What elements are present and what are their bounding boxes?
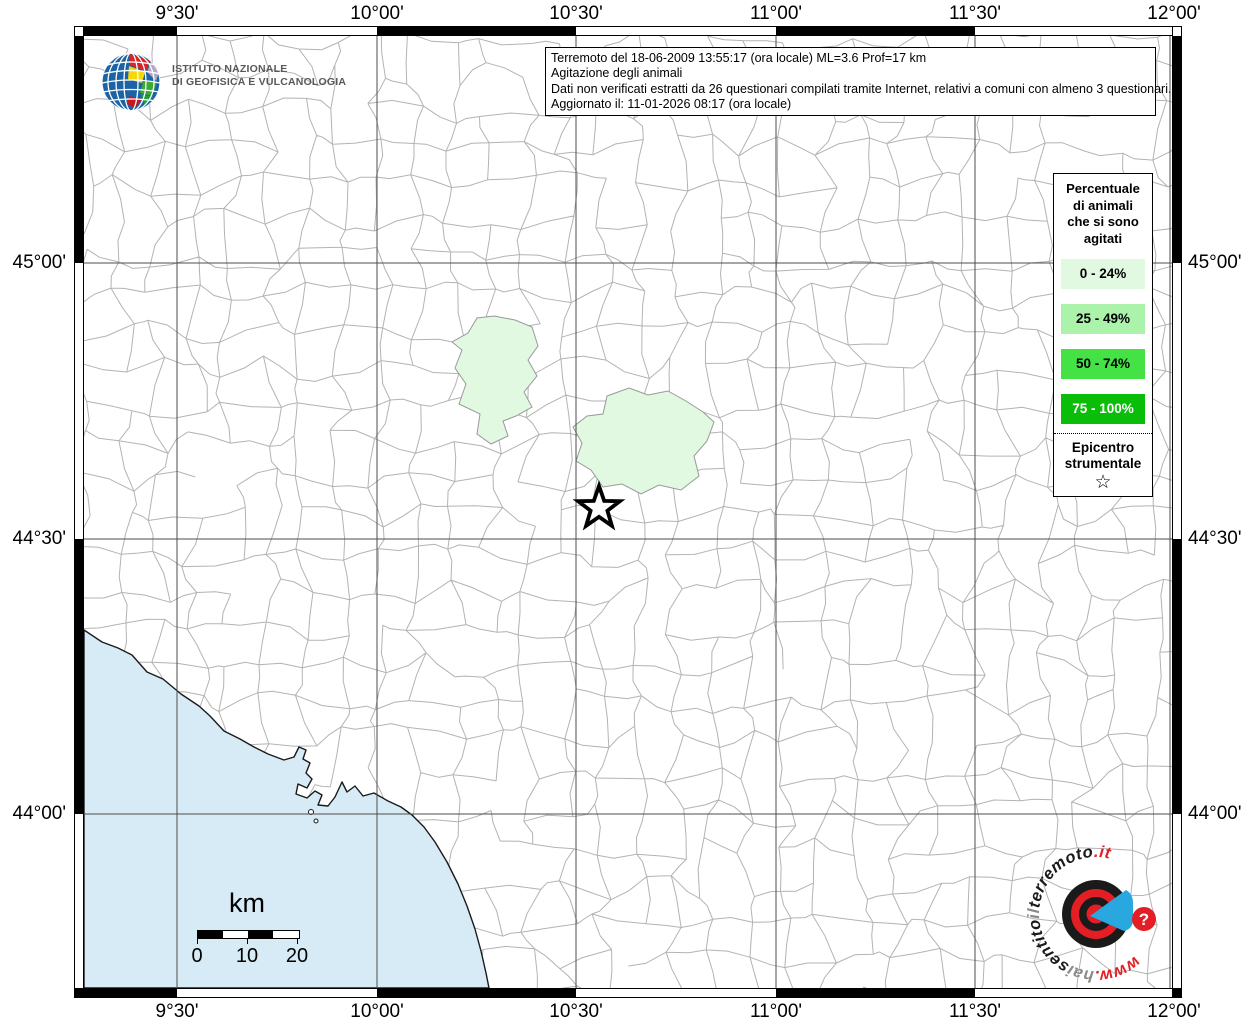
legend-box: Percentuale di animali che si sono agita… [1053, 173, 1153, 497]
info-line-event: Terremoto del 18-06-2009 13:55:17 (ora l… [551, 51, 927, 65]
legend-title: Percentuale [1066, 181, 1140, 196]
legend-epicenter-label: Epicentro [1071, 440, 1135, 455]
legend-star-icon: ☆ [1094, 472, 1112, 493]
lon-label-top-930: 9°30' [155, 3, 199, 24]
info-line-source: Dati non verificati estratti da 26 quest… [551, 81, 1172, 96]
scale-tick-20: 20 [285, 945, 309, 967]
epicenter-star-marker [572, 480, 626, 531]
lat-label-left-4400: 44°00' [12, 803, 67, 824]
lon-label-bottom-1100: 11°00' [749, 1001, 803, 1022]
lon-label-top-1200: 12°00' [1147, 3, 1201, 24]
scale-unit-label: km [229, 888, 265, 918]
lat-label-right-4430: 44°30' [1188, 528, 1242, 549]
island-2 [313, 818, 319, 824]
legend-class-25-49: 25 - 49% [1061, 304, 1145, 334]
legend-class-75-100: 75 - 100% [1061, 394, 1145, 424]
ingv-logo-icon [102, 53, 160, 111]
seismic-questionnaire-map: { "info_box": { "line1": "Terremoto del … [0, 0, 1256, 1024]
frame-band-top [74, 26, 1182, 36]
info-line-subject: Agitazione degli animali [551, 66, 683, 81]
lat-label-left-4430: 44°30' [12, 528, 67, 549]
earthquake-info-box: Terremoto del 18-06-2009 13:55:17 (ora l… [545, 47, 1172, 117]
lon-label-top-1130: 11°30' [948, 3, 1002, 24]
info-line-updated: Aggiornato il: 11-01-2026 08:17 (ora loc… [551, 96, 792, 111]
highlighted-municipality-2 [572, 387, 715, 495]
ingv-logo-text: ISTITUTO NAZIONALE DI GEOFISICA E VULCAN… [172, 63, 347, 88]
lat-label-left-4500: 45°00' [12, 252, 67, 273]
scale-tick-10: 10 [235, 945, 259, 967]
lon-label-bottom-1200: 12°00' [1147, 1001, 1201, 1022]
frame-band-bottom [74, 988, 1182, 998]
lon-label-bottom-930: 9°30' [155, 1001, 199, 1022]
lat-label-right-4500: 45°00' [1188, 252, 1242, 273]
legend-class-50-74: 50 - 74% [1061, 349, 1145, 379]
lat-label-right-4400: 44°00' [1188, 803, 1242, 824]
lon-label-bottom-1030: 10°30' [549, 1001, 603, 1022]
scale-tick-0: 0 [191, 945, 203, 967]
lon-label-top-1100: 11°00' [749, 3, 803, 24]
lon-label-bottom-1000: 10°00' [350, 1001, 404, 1022]
lon-label-top-1000: 10°00' [350, 3, 404, 24]
legend-divider [1054, 433, 1152, 434]
map-area [84, 36, 1172, 988]
frame-band-left [74, 26, 84, 998]
legend-class-0-24: 0 - 24% [1061, 259, 1145, 289]
lon-label-top-1030: 10°30' [549, 3, 603, 24]
question-mark: ? [1139, 910, 1149, 929]
lon-label-bottom-1130: 11°30' [948, 1001, 1002, 1022]
scale-bar-segments [197, 930, 300, 939]
haisentitoilterremoto-logo: ? www.haisentitoilterremoto.it [1025, 843, 1156, 985]
highlighted-municipality-1 [451, 315, 539, 445]
